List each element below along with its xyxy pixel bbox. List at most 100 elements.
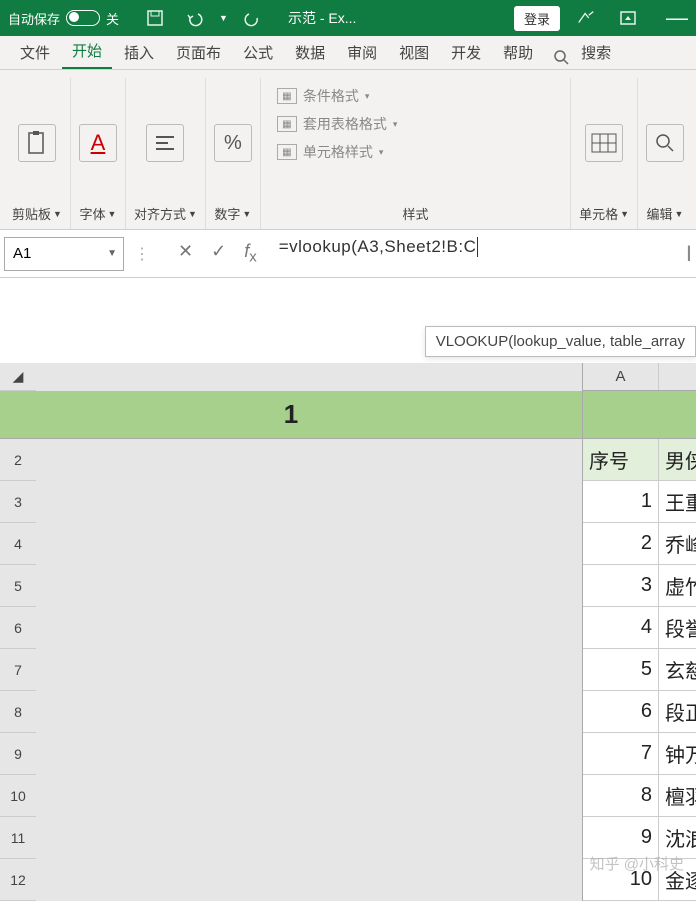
row-header[interactable]: 10 — [0, 775, 36, 817]
fx-icon[interactable]: fx — [244, 241, 257, 266]
chevron-down-icon[interactable]: ▼ — [107, 248, 117, 259]
table-row: 7 钟万仇 甘宝宝 天龙八部 — [583, 733, 696, 775]
cell[interactable]: 2 — [583, 523, 659, 564]
tab-review[interactable]: 审阅 — [337, 36, 387, 69]
tab-insert[interactable]: 插入 — [114, 36, 164, 69]
row-header[interactable]: 4 — [0, 523, 36, 565]
col-header[interactable]: A — [583, 363, 659, 390]
document-title: 示范 - Ex... — [288, 8, 356, 28]
save-icon[interactable] — [145, 8, 165, 28]
login-button[interactable]: 登录 — [514, 6, 560, 31]
font-label: 字体 — [79, 204, 105, 223]
row-header[interactable]: 6 — [0, 607, 36, 649]
cell[interactable]: 7 — [583, 733, 659, 774]
cell[interactable]: 玄慈 — [659, 649, 696, 690]
tab-pagelayout[interactable]: 页面布 — [166, 36, 231, 69]
mode-icon[interactable] — [576, 8, 596, 28]
cell[interactable]: 段正淳 — [659, 691, 696, 732]
enter-icon[interactable]: ✓ — [211, 241, 226, 266]
row-header[interactable]: 11 — [0, 817, 36, 859]
number-label: 数字 — [214, 204, 240, 223]
cell[interactable]: 6 — [583, 691, 659, 732]
row-headers: ◢ 1 2 3 4 5 6 7 8 9 10 11 12 — [0, 363, 583, 901]
table-row: 6 段正淳 刀白凤 天龙八部 — [583, 691, 696, 733]
table-format-icon: ▦ — [277, 116, 297, 132]
tab-view[interactable]: 视图 — [389, 36, 439, 69]
table-row: 8 檀羽冲 钟灵秀 武林天骄 — [583, 775, 696, 817]
cancel-icon[interactable]: ✕ — [178, 241, 193, 266]
autosave-label: 自动保存 — [8, 9, 60, 28]
toggle-switch[interactable] — [66, 10, 100, 26]
cell[interactable]: 3 — [583, 565, 659, 606]
cell[interactable]: 男侠 — [659, 439, 696, 480]
col-header[interactable]: B — [659, 363, 696, 390]
table-format-button[interactable]: ▦ 套用表格格式 ▾ — [277, 114, 398, 134]
search-icon[interactable] — [553, 49, 569, 69]
alignment-label: 对齐方式 — [134, 204, 186, 223]
minimize-icon[interactable]: — — [666, 5, 688, 31]
row-header[interactable]: 9 — [0, 733, 36, 775]
row-header[interactable]: 8 — [0, 691, 36, 733]
cell[interactable]: 乔峰 — [659, 523, 696, 564]
row-header[interactable]: 5 — [0, 565, 36, 607]
search-label[interactable]: 搜索 — [571, 36, 621, 69]
row-header[interactable]: 1 — [0, 391, 582, 439]
group-number: % 数字 ▼ — [206, 78, 261, 229]
cells-icon[interactable] — [585, 124, 623, 162]
cell[interactable]: 5 — [583, 649, 659, 690]
cell-styles-button[interactable]: ▦ 单元格样式 ▾ — [277, 142, 384, 162]
row-header[interactable]: 7 — [0, 649, 36, 691]
tab-data[interactable]: 数据 — [285, 36, 335, 69]
tab-developer[interactable]: 开发 — [441, 36, 491, 69]
paste-icon[interactable] — [18, 124, 56, 162]
select-all-corner[interactable]: ◢ — [0, 363, 36, 391]
cell[interactable]: 8 — [583, 775, 659, 816]
redo-icon[interactable] — [242, 8, 262, 28]
row-header[interactable]: 12 — [0, 859, 36, 901]
table-row: 1 王重阳 林朝英 书剑恩仇录 — [583, 481, 696, 523]
tab-file[interactable]: 文件 — [10, 36, 60, 69]
row-header[interactable]: 3 — [0, 481, 36, 523]
group-styles: ▦ 条件格式 ▾ ▦ 套用表格格式 ▾ ▦ 单元格样式 ▾ 样式 — [261, 78, 571, 229]
ribbon-mode-icon[interactable] — [618, 8, 638, 28]
watermark: 知乎 @小科史 — [590, 853, 684, 874]
tab-help[interactable]: 帮助 — [493, 36, 543, 69]
group-cells: 单元格 ▼ — [571, 78, 638, 229]
cell[interactable]: 4 — [583, 607, 659, 648]
formula-tooltip: VLOOKUP(lookup_value, table_array — [425, 326, 696, 357]
cell[interactable]: 钟万仇 — [659, 733, 696, 774]
name-box[interactable]: A1 ▼ — [4, 237, 124, 271]
cell[interactable]: 虚竹 — [659, 565, 696, 606]
number-icon[interactable]: % — [214, 124, 252, 162]
autosave-toggle[interactable]: 自动保存 关 — [8, 9, 119, 28]
conditional-format-button[interactable]: ▦ 条件格式 ▾ — [277, 86, 370, 106]
clipboard-label: 剪贴板 — [12, 204, 51, 223]
spreadsheet: ◢ 1 2 3 4 5 6 7 8 9 10 11 12 A B C 武侠情侣合… — [0, 363, 696, 901]
group-editing: 编辑 ▼ — [638, 78, 692, 229]
cell[interactable]: 王重阳 — [659, 481, 696, 522]
cell[interactable]: 1 — [583, 481, 659, 522]
cell[interactable]: 9 — [583, 817, 659, 858]
cell[interactable]: 序号 — [583, 439, 659, 480]
titlebar: 自动保存 关 ▼ 示范 - Ex... 登录 — — [0, 0, 696, 36]
formula-input[interactable]: =vlookup(A3,Sheet2!B:C — [275, 237, 666, 271]
undo-icon[interactable] — [185, 8, 205, 28]
ribbon-tabs: 文件 开始 插入 页面布 公式 数据 审阅 视图 开发 帮助 搜索 — [0, 36, 696, 70]
grid[interactable]: A B C 武侠情侣合集 序号 男侠 女侠 作品出处 1 王重阳 林朝英 书剑恩… — [583, 363, 696, 901]
alignment-icon[interactable] — [146, 124, 184, 162]
tooltip-area: VLOOKUP(lookup_value, table_array — [0, 278, 696, 363]
group-font: A 字体 ▼ — [71, 78, 126, 229]
cell[interactable]: 檀羽冲 — [659, 775, 696, 816]
group-clipboard: 剪贴板 ▼ — [4, 78, 71, 229]
table-row: 序号 男侠 女侠 作品出处 — [583, 439, 696, 481]
table-title[interactable]: 武侠情侣合集 — [583, 391, 696, 439]
cell[interactable]: 段誉 — [659, 607, 696, 648]
row-header[interactable]: 2 — [0, 439, 36, 481]
editing-icon[interactable] — [646, 124, 684, 162]
cell[interactable]: 沈浪 — [659, 817, 696, 858]
table-row: 3 虚竹 梦姑 天龙八部 — [583, 565, 696, 607]
tab-formulas[interactable]: 公式 — [233, 36, 283, 69]
font-icon[interactable]: A — [79, 124, 117, 162]
ribbon: 剪贴板 ▼ A 字体 ▼ 对齐方式 ▼ % 数字 ▼ ▦ 条件格式 ▾ ▦ 套用… — [0, 70, 696, 230]
tab-home[interactable]: 开始 — [62, 34, 112, 69]
